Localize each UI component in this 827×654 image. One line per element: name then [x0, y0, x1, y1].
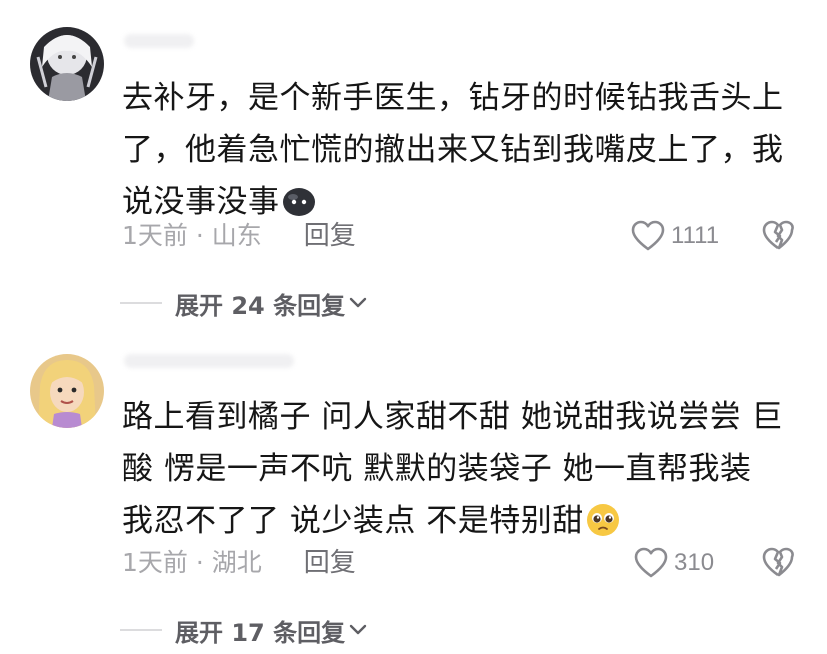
divider-line [120, 629, 162, 631]
comment-text: 去补牙，是个新手医生，钻牙的时候钻我舌头上了，他着急忙慌的撤出来又钻到我嘴皮上了… [122, 80, 784, 220]
expand-replies-label: 展开 17 条回复 [175, 618, 346, 647]
comment-text: 路上看到橘子 问人家甜不甜 她说甜我说尝尝 巨酸 愣是一声不吭 默默的装袋子 她… [122, 399, 784, 539]
comment-item: 去补牙，是个新手医生，钻牙的时候钻我舌头上了，他着急忙慌的撤出来又钻到我嘴皮上了… [0, 0, 827, 327]
comment-item: 路上看到橘子 问人家甜不甜 她说甜我说尝尝 巨酸 愣是一声不吭 默默的装袋子 她… [0, 327, 827, 654]
time-location: 1天前 · 山东 [122, 221, 262, 250]
broken-heart-icon[interactable] [762, 547, 794, 579]
username[interactable] [124, 34, 194, 48]
heart-icon [634, 547, 668, 578]
pleading-face-emoji [586, 504, 619, 536]
heart-icon [631, 220, 665, 251]
user-avatar[interactable] [30, 27, 104, 101]
chevron-down-icon [349, 624, 367, 635]
comment-meta: 1天前 · 湖北 回复 [122, 545, 356, 581]
reply-button[interactable]: 回复 [304, 218, 356, 254]
expand-replies[interactable]: 展开 17 条回复 [120, 613, 367, 647]
expand-replies-label: 展开 24 条回复 [175, 291, 346, 320]
user-avatar[interactable] [30, 354, 104, 428]
time-location: 1天前 · 湖北 [122, 548, 262, 577]
comment-meta: 1天前 · 山东 回复 [122, 218, 356, 254]
reply-button[interactable]: 回复 [304, 545, 356, 581]
chevron-down-icon [349, 297, 367, 308]
like-button[interactable]: 1111 [631, 218, 719, 254]
divider-line [120, 302, 162, 304]
anime-character-avatar-icon [30, 27, 104, 101]
like-count: 310 [674, 549, 715, 576]
like-count: 1111 [671, 222, 720, 249]
cartoon-girl-avatar-icon [30, 354, 104, 428]
expand-replies[interactable]: 展开 24 条回复 [120, 286, 367, 320]
username[interactable] [124, 354, 294, 368]
black-blob-face-emoji [282, 188, 315, 216]
broken-heart-icon[interactable] [762, 220, 794, 252]
like-button[interactable]: 310 [634, 545, 714, 581]
